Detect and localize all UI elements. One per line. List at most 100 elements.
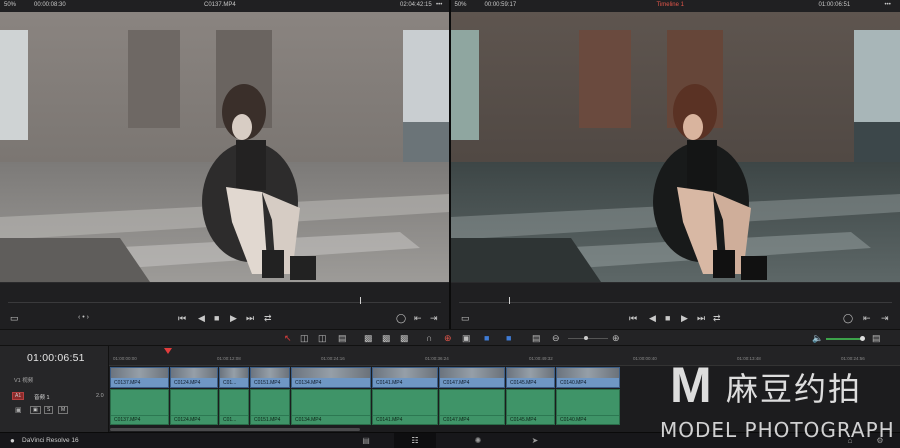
speaker-icon[interactable]: 🔈 <box>812 333 823 343</box>
video-clip[interactable]: C0145.MP4 <box>506 367 555 388</box>
audio-clip[interactable]: C0124.MP4 <box>170 389 218 425</box>
timeline-stop-icon[interactable]: ■ <box>665 312 670 324</box>
blade-tool-icon[interactable]: ▤ <box>338 333 347 343</box>
zoom-in-icon[interactable]: ⊕ <box>612 333 620 343</box>
video-clip[interactable]: C01... <box>219 367 249 388</box>
audio-clip[interactable]: C0137.MP4 <box>110 389 169 425</box>
video-clip[interactable]: C0147.MP4 <box>439 367 505 388</box>
video-clip-name: C0151.MP4 <box>254 380 281 386</box>
video-clip[interactable]: C0140.MP4 <box>556 367 620 388</box>
source-zoom[interactable]: 50% <box>4 2 16 8</box>
timeline-timecode[interactable]: 01:00:06:51 <box>27 352 85 364</box>
page-tab-edit[interactable]: ☷ <box>394 433 436 448</box>
video-clip-name: C0137.MP4 <box>114 380 141 386</box>
timeline-scrub-playhead[interactable] <box>509 297 510 304</box>
source-loop-icon[interactable]: ⇄ <box>264 312 272 324</box>
audio-clip[interactable]: C0141.MP4 <box>372 389 438 425</box>
zoom-slider-handle[interactable] <box>584 336 588 340</box>
timeline-play-reverse-icon[interactable]: ◀ <box>649 312 656 324</box>
track-lock-icon[interactable]: ▣ <box>15 406 22 414</box>
timeline-ruler[interactable]: 01:00:00:00 01:00:12:08 01:00:24:16 01:0… <box>109 346 900 366</box>
source-match-frame-icon[interactable]: ◯ <box>396 312 406 324</box>
settings-gear-icon[interactable]: ⚙ <box>870 433 890 448</box>
source-prev-icon[interactable]: ⏮ <box>178 312 186 324</box>
linked-selection-icon[interactable]: ⊕ <box>444 333 452 343</box>
timeline-options-menu[interactable]: ••• <box>885 2 891 8</box>
timeline-mark-in-icon[interactable]: ⇤ <box>863 312 871 324</box>
ruler-tick-label: 01:00:12:08 <box>217 356 241 361</box>
timeline-zoom[interactable]: 50% <box>455 2 467 8</box>
overwrite-clip-icon[interactable]: ▩ <box>382 333 391 343</box>
zoom-out-icon[interactable]: ⊖ <box>552 333 560 343</box>
audio-clip[interactable]: C0145.MP4 <box>506 389 555 425</box>
timeline-playhead[interactable] <box>164 348 172 354</box>
flag-icon[interactable]: ■ <box>484 333 489 343</box>
source-mark-nav-icon[interactable]: ‹ • › <box>78 312 89 324</box>
audio-clip[interactable]: C01... <box>219 389 249 425</box>
page-tab-color[interactable]: ✺ <box>457 433 499 448</box>
timeline-prev-icon[interactable]: ⏮ <box>629 312 637 324</box>
position-lock-icon[interactable]: ▣ <box>462 333 471 343</box>
source-viewer[interactable] <box>0 12 449 282</box>
source-monitor-icon[interactable]: ▭ <box>10 312 19 324</box>
source-scrub-track[interactable] <box>8 302 441 303</box>
source-scrub-playhead[interactable] <box>360 297 361 304</box>
audio-clip-name: C0145.MP4 <box>510 417 537 423</box>
ruler-tick-label: 01:00:24:56 <box>841 356 865 361</box>
timeline-viewer[interactable] <box>451 12 900 282</box>
volume-slider-handle[interactable] <box>860 336 865 341</box>
video-clip[interactable]: C0124.MP4 <box>170 367 218 388</box>
solo-button[interactable]: S <box>44 406 54 414</box>
source-play-icon[interactable]: ▶ <box>230 312 237 324</box>
snapping-icon[interactable]: ∩ <box>426 333 432 343</box>
timeline-scrub-track[interactable] <box>459 302 892 303</box>
source-play-reverse-icon[interactable]: ◀ <box>198 312 205 324</box>
audio-track-tag[interactable]: A1 <box>12 392 25 400</box>
trim-tool-icon[interactable]: ◫ <box>300 333 309 343</box>
timeline-next-icon[interactable]: ⏭ <box>697 312 705 324</box>
audio-clip[interactable]: C0151.MP4 <box>250 389 290 425</box>
audio-clip[interactable]: C0147.MP4 <box>439 389 505 425</box>
insert-clip-icon[interactable]: ▩ <box>364 333 373 343</box>
dynamic-trim-icon[interactable]: ◫ <box>318 333 327 343</box>
audio-clip[interactable]: C0140.MP4 <box>556 389 620 425</box>
timeline-scrollbar[interactable] <box>110 428 360 431</box>
selection-arrow-icon[interactable]: ↖ <box>284 333 292 343</box>
video-clip[interactable]: C0134.MP4 <box>291 367 371 388</box>
timeline-monitor-icon[interactable]: ▭ <box>461 312 470 324</box>
timeline-viewer-timecode: 00:00:59:17 <box>484 2 517 8</box>
page-tab-deliver[interactable]: ➤ <box>514 433 556 448</box>
video-clip[interactable]: C0141.MP4 <box>372 367 438 388</box>
video-clip-name: C0124.MP4 <box>174 380 201 386</box>
source-mark-out-icon[interactable]: ⇥ <box>430 312 438 324</box>
audio-clip-name: C0124.MP4 <box>174 417 201 423</box>
source-next-icon[interactable]: ⏭ <box>246 312 254 324</box>
timeline-match-frame-icon[interactable]: ◯ <box>843 312 853 324</box>
audio-meter-icon[interactable]: ▤ <box>872 333 881 343</box>
source-options-menu[interactable]: ••• <box>436 2 442 8</box>
timeline-scrub-bar[interactable] <box>451 282 900 307</box>
track-output-icon[interactable]: ▣ <box>30 406 41 414</box>
video-clip[interactable]: C0151.MP4 <box>250 367 290 388</box>
timeline-frame-image <box>451 12 900 282</box>
source-clip-name[interactable]: C0137.MP4 <box>204 2 236 8</box>
video-clip[interactable]: C0137.MP4 <box>110 367 169 388</box>
audio-track-name[interactable]: 音频 1 <box>34 393 50 401</box>
source-stop-icon[interactable]: ■ <box>214 312 219 324</box>
source-scrub-bar[interactable] <box>0 282 449 307</box>
source-duration: 02:04:42:15 <box>400 2 432 8</box>
detail-zoom-icon[interactable]: ▤ <box>532 333 541 343</box>
source-mark-in-icon[interactable]: ⇤ <box>414 312 422 324</box>
audio-clip[interactable]: C0134.MP4 <box>291 389 371 425</box>
timeline-play-icon[interactable]: ▶ <box>681 312 688 324</box>
home-icon[interactable]: ⌂ <box>840 433 860 448</box>
timeline-mark-out-icon[interactable]: ⇥ <box>881 312 889 324</box>
marker-icon[interactable]: ■ <box>506 333 511 343</box>
timeline-name[interactable]: Timeline 1 <box>657 2 684 8</box>
timeline-loop-icon[interactable]: ⇄ <box>713 312 721 324</box>
volume-slider[interactable] <box>826 338 864 340</box>
mute-button[interactable]: M <box>58 406 69 414</box>
page-tab-media[interactable]: ▤ <box>345 433 387 448</box>
zoom-slider-track[interactable] <box>568 338 608 339</box>
replace-clip-icon[interactable]: ▩ <box>400 333 409 343</box>
